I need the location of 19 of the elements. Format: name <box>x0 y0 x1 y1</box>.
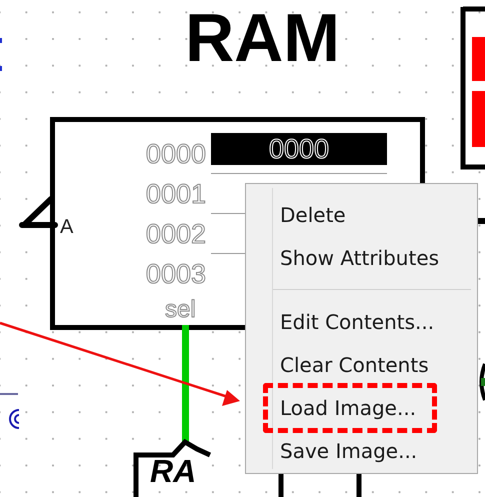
address-label: 0003 <box>144 259 206 289</box>
component-label: RA <box>150 452 196 490</box>
menu-item[interactable]: Delete <box>280 202 346 226</box>
address-label: 0000 <box>144 139 206 169</box>
memory-cell: 0000 <box>211 133 387 165</box>
address-label: 0002 <box>144 219 206 249</box>
circle-mark-icon <box>7 408 19 430</box>
address-pin-drawing <box>18 193 55 231</box>
menu-item[interactable]: Edit Contents... <box>280 310 434 334</box>
menu-item[interactable]: Save Image... <box>280 438 418 462</box>
menu-item[interactable]: Clear Contents <box>280 352 429 376</box>
pin-label: A <box>60 216 74 238</box>
edge-tick-marks <box>0 38 3 72</box>
circuit-title: RAM <box>184 0 341 78</box>
edge-line <box>0 393 18 396</box>
select-label: sel <box>165 296 196 324</box>
menu-item[interactable]: Show Attributes <box>280 246 440 270</box>
menu-item[interactable]: Load Image... <box>263 382 438 432</box>
address-label: 0001 <box>144 179 206 209</box>
